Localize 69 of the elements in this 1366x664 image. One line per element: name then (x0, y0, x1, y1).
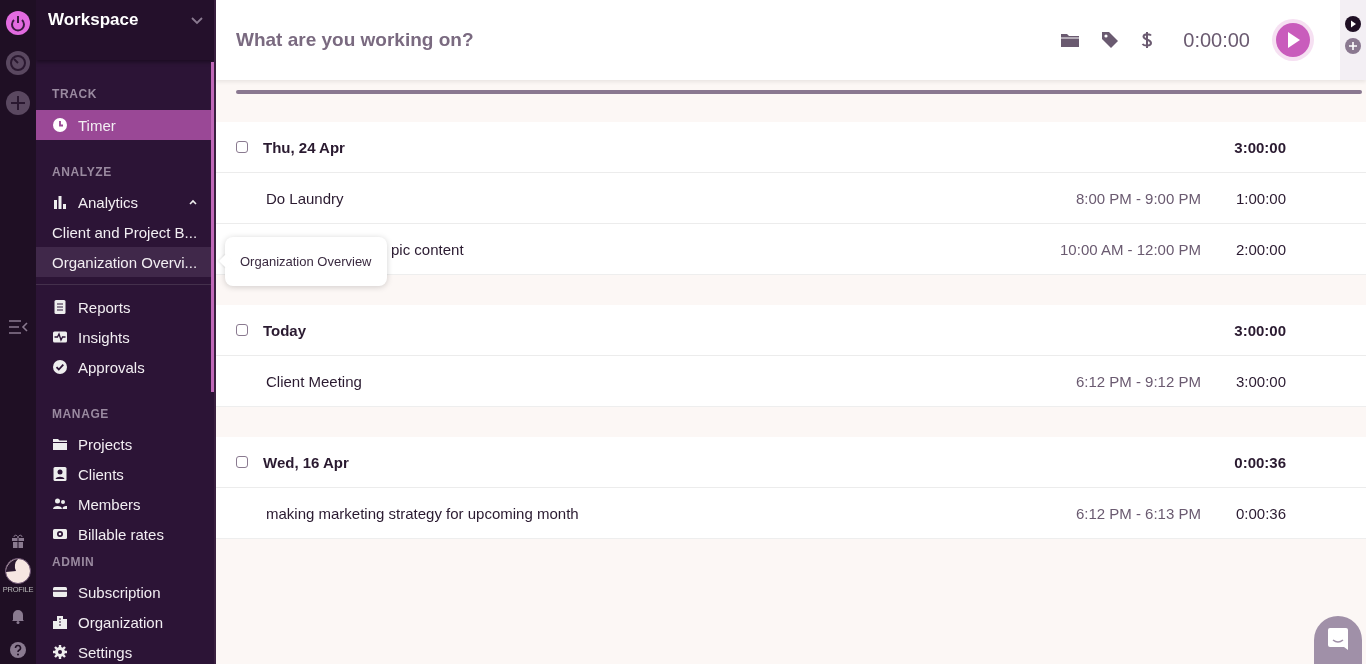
date-heading: Thu, 24 Apr (263, 138, 345, 156)
entry-duration[interactable]: 2:00:00 (1235, 240, 1286, 258)
entry-description[interactable]: making marketing strategy for upcoming month (266, 504, 579, 522)
nav-item[interactable]: Clients (36, 459, 214, 489)
people-icon (52, 496, 68, 512)
checkbox[interactable] (236, 324, 248, 336)
tooltip: Organization Overview (225, 237, 387, 286)
play-button[interactable] (1272, 19, 1314, 61)
building-icon (52, 614, 68, 630)
checkbox[interactable] (236, 141, 248, 153)
add-icon[interactable] (1345, 38, 1361, 54)
entry-duration[interactable]: 3:00:00 (1235, 372, 1286, 390)
workspace-name[interactable]: Workspace (48, 10, 139, 30)
entry-description[interactable]: Client Meeting (266, 372, 362, 390)
time-range[interactable]: 8:00 PM - 9:00 PM (1075, 189, 1201, 207)
banknote-icon (52, 526, 68, 542)
nav-item[interactable]: Subscription (36, 577, 214, 607)
bar-chart-icon (52, 194, 68, 210)
chat-button[interactable] (1314, 616, 1362, 664)
credit-card-icon (52, 584, 68, 600)
date-heading: Wed, 16 Apr (263, 453, 349, 471)
chat-icon (1328, 628, 1348, 652)
section-label: MANAGE (51, 406, 110, 422)
folder-icon[interactable] (1061, 32, 1080, 48)
nav-item[interactable]: Timer (36, 110, 214, 140)
collapse-menu-icon[interactable] (8, 319, 28, 335)
time-range[interactable]: 6:12 PM - 9:12 PM (1075, 372, 1201, 390)
power-icon[interactable] (6, 11, 30, 35)
folder-icon (52, 436, 68, 452)
play-icon[interactable] (1345, 16, 1361, 32)
nav-item[interactable]: Projects (36, 429, 214, 459)
contact-card-icon (52, 466, 68, 482)
entry-description[interactable]: Do Laundry (266, 189, 344, 207)
entry-description[interactable]: pic content (391, 240, 464, 258)
time-range[interactable]: 10:00 AM - 12:00 PM (1060, 240, 1201, 258)
section-label: ANALYZE (51, 164, 113, 180)
chevron-up-icon[interactable] (188, 197, 198, 207)
pulse-icon (52, 329, 68, 345)
document-icon (52, 299, 68, 315)
nav-item[interactable]: Billable rates (36, 519, 214, 549)
nav-item[interactable]: Organization (36, 607, 214, 637)
day-total: 3:00:00 (1234, 138, 1286, 156)
nav-item[interactable]: Insights (36, 322, 214, 352)
section-label: ADMIN (51, 554, 96, 570)
avatar-icon[interactable] (5, 558, 31, 584)
checkmark-icon (52, 359, 68, 375)
nav-item[interactable]: Approvals (36, 352, 214, 382)
checkbox[interactable] (236, 456, 248, 468)
entry-duration[interactable]: 0:00:36 (1235, 504, 1286, 522)
gift-icon[interactable] (11, 533, 25, 549)
nav-subitem[interactable]: Client and Project B... (36, 217, 214, 247)
nav-item[interactable]: Members (36, 489, 214, 519)
tag-icon[interactable] (1101, 31, 1120, 49)
day-total: 3:00:00 (1234, 321, 1286, 339)
timer-display: 0:00:00 (1183, 28, 1250, 52)
section-label: TRACK (51, 86, 98, 102)
clock-icon (52, 117, 68, 133)
dollar-icon[interactable] (1141, 31, 1154, 49)
nav-item[interactable]: Analytics (36, 187, 214, 217)
time-range[interactable]: 6:12 PM - 6:13 PM (1075, 504, 1201, 522)
bell-icon[interactable] (11, 608, 25, 624)
day-total: 0:00:36 (1234, 453, 1286, 471)
date-heading: Today (263, 321, 307, 339)
entry-duration[interactable]: 1:00:00 (1235, 189, 1286, 207)
settings-icon (52, 644, 68, 660)
nav-item[interactable]: Reports (36, 292, 214, 322)
nav-item[interactable]: Settings (36, 637, 214, 664)
nav-subitem[interactable]: Organization Overvi... (36, 247, 214, 277)
help-icon[interactable] (10, 642, 26, 658)
